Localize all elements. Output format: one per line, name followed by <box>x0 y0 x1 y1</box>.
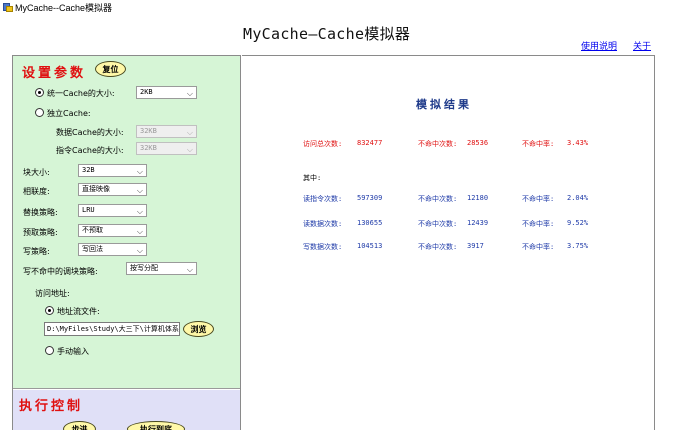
block-size-label: 块大小: <box>23 168 50 177</box>
replacement-value: LRU <box>82 206 95 214</box>
data-cache-size-value: 32KB <box>140 127 157 135</box>
manual-input-label: 手动输入 <box>57 347 89 356</box>
exec-heading: 执行控制 <box>19 399 84 414</box>
inst-read-value: 597309 <box>357 194 383 202</box>
chevron-down-icon: ⌵ <box>136 207 143 216</box>
total-miss-label: 不命中次数: <box>418 140 458 148</box>
chevron-down-icon: ⌵ <box>136 246 143 255</box>
inst-cache-size-select[interactable]: 32KB ⌵ <box>136 142 197 155</box>
write-policy-value: 写回法 <box>82 245 103 253</box>
write-policy-label: 写策略: <box>23 247 50 256</box>
file-input-radio[interactable] <box>45 306 54 315</box>
unified-cache-size-value: 2KB <box>140 88 153 96</box>
setup-panel <box>13 56 240 389</box>
file-input-label: 地址流文件: <box>57 307 100 316</box>
help-link[interactable]: 使用说明 <box>581 39 617 52</box>
chevron-down-icon: ⌵ <box>186 145 193 154</box>
step-button[interactable]: 步进 <box>63 421 96 430</box>
inst-miss-rate-label: 不命中率: <box>522 195 555 203</box>
associativity-value: 直接映像 <box>82 185 110 193</box>
write-miss-select[interactable]: 按写分配 ⌵ <box>126 262 197 275</box>
inst-cache-size-label: 指令Cache的大小: <box>56 146 124 155</box>
unified-cache-size-select[interactable]: 2KB ⌵ <box>136 86 197 99</box>
reset-button[interactable]: 复位 <box>95 61 126 77</box>
chevron-down-icon: ⌵ <box>136 186 143 195</box>
data-write-miss-value: 3917 <box>467 242 484 250</box>
block-size-select[interactable]: 32B ⌵ <box>78 164 147 177</box>
total-access-label: 访问总次数: <box>303 140 343 148</box>
inst-miss-rate-value: 2.04% <box>567 194 589 202</box>
split-cache-label: 独立Cache: <box>47 109 91 118</box>
data-read-label: 读数据次数: <box>303 220 343 228</box>
total-miss-rate-label: 不命中率: <box>522 140 555 148</box>
data-read-miss-label: 不命中次数: <box>418 220 458 228</box>
write-miss-value: 按写分配 <box>130 264 158 272</box>
associativity-select[interactable]: 直接映像 ⌵ <box>78 183 147 196</box>
window-titlebar: MyCache--Cache模拟器 <box>0 0 695 14</box>
data-read-value: 130655 <box>357 219 383 227</box>
app-icon <box>3 2 13 12</box>
address-label: 访问地址: <box>35 289 70 298</box>
split-cache-radio[interactable] <box>35 108 44 117</box>
prefetch-label: 预取策略: <box>23 228 58 237</box>
data-write-value: 104513 <box>357 242 383 250</box>
inst-cache-size-value: 32KB <box>140 144 157 152</box>
replacement-label: 替换策略: <box>23 208 58 217</box>
data-cache-size-label: 数据Cache的大小: <box>56 128 124 137</box>
unified-cache-label: 统一Cache的大小: <box>47 89 115 98</box>
prefetch-value: 不预取 <box>82 226 103 234</box>
chevron-down-icon: ⌵ <box>136 167 143 176</box>
block-size-value: 32B <box>82 166 95 174</box>
file-path-input[interactable]: D:\MyFiles\Study\大三下\计算机体系 <box>44 322 180 336</box>
write-policy-select[interactable]: 写回法 ⌵ <box>78 243 147 256</box>
run-to-end-button[interactable]: 执行到底 <box>127 421 185 430</box>
data-write-miss-label: 不命中次数: <box>418 243 458 251</box>
data-read-miss-value: 12439 <box>467 219 489 227</box>
write-miss-label: 写不命中的调块策略: <box>23 267 98 276</box>
manual-input-radio[interactable] <box>45 346 54 355</box>
chevron-down-icon: ⌵ <box>136 227 143 236</box>
data-read-miss-rate-value: 9.52% <box>567 219 589 227</box>
setup-heading: 设置参数 <box>22 66 87 81</box>
chevron-down-icon: ⌵ <box>186 89 193 98</box>
data-write-miss-rate-label: 不命中率: <box>522 243 555 251</box>
unified-cache-radio[interactable] <box>35 88 44 97</box>
total-miss-value: 28536 <box>467 139 489 147</box>
inst-miss-value: 12180 <box>467 194 489 202</box>
data-write-miss-rate-value: 3.75% <box>567 242 589 250</box>
browse-button[interactable]: 浏览 <box>183 321 214 337</box>
replacement-select[interactable]: LRU ⌵ <box>78 204 147 217</box>
prefetch-select[interactable]: 不预取 ⌵ <box>78 224 147 237</box>
data-read-miss-rate-label: 不命中率: <box>522 220 555 228</box>
about-link[interactable]: 关于 <box>633 39 651 52</box>
data-write-label: 写数据次数: <box>303 243 343 251</box>
associativity-label: 相联度: <box>23 187 50 196</box>
inst-miss-label: 不命中次数: <box>418 195 458 203</box>
total-access-value: 832477 <box>357 139 383 147</box>
inst-read-label: 读指令次数: <box>303 195 343 203</box>
chevron-down-icon: ⌵ <box>186 265 193 274</box>
page-title: MyCache—Cache模拟器 <box>243 25 411 43</box>
among-label: 其中: <box>303 174 322 182</box>
chevron-down-icon: ⌵ <box>186 128 193 137</box>
total-miss-rate-value: 3.43% <box>567 139 589 147</box>
data-cache-size-select[interactable]: 32KB ⌵ <box>136 125 197 138</box>
window-title: MyCache--Cache模拟器 <box>15 3 113 13</box>
results-title: 模拟结果 <box>416 98 472 111</box>
